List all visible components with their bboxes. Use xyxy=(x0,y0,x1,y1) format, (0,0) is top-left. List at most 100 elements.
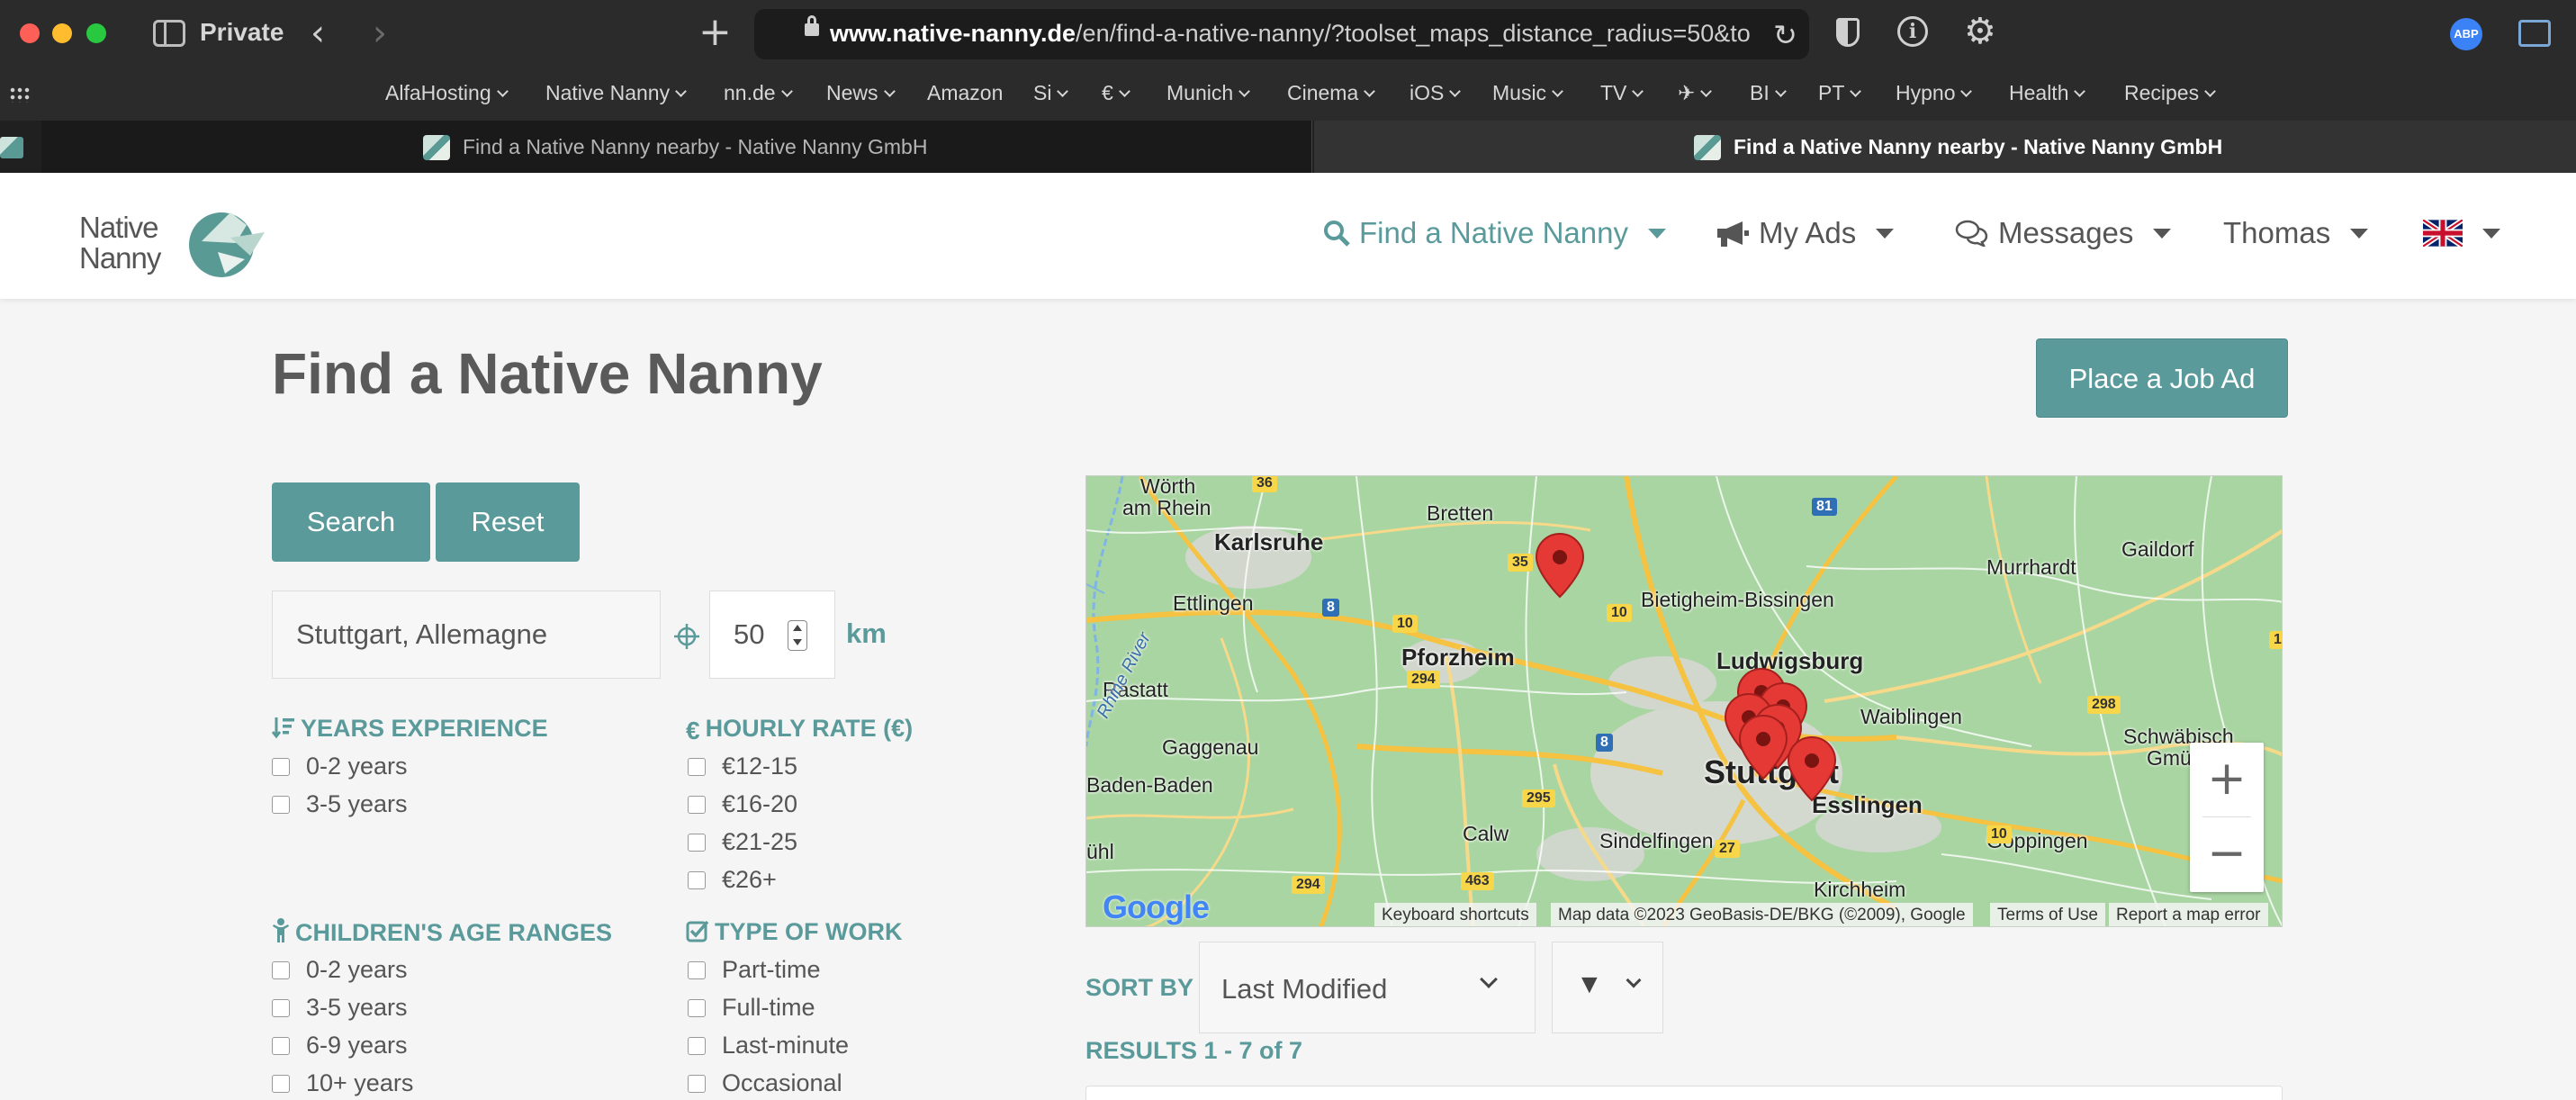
checkbox-experience-0-2[interactable]: 0-2 years xyxy=(272,753,408,780)
checkbox-work-part-time[interactable]: Part-time xyxy=(688,956,821,984)
tab-active[interactable]: Find a Native Nanny nearby - Native Nann… xyxy=(1314,121,2576,173)
bookmark-nn-de[interactable]: nn.de xyxy=(724,81,793,105)
nav-find-native-nanny[interactable]: Find a Native Nanny xyxy=(1323,216,1666,250)
checkbox[interactable] xyxy=(688,961,706,979)
close-window-button[interactable] xyxy=(20,23,40,43)
tab-inactive[interactable]: Find a Native Nanny nearby - Native Nann… xyxy=(41,121,1312,173)
bookmark-health[interactable]: Health xyxy=(2009,81,2086,105)
nav-user-menu[interactable]: Thomas xyxy=(2223,216,2369,250)
keyboard-shortcuts-link[interactable]: Keyboard shortcuts xyxy=(1374,903,1536,926)
checkbox[interactable] xyxy=(688,758,706,776)
results-count: RESULTS 1 - 7 of 7 xyxy=(1085,1037,1303,1064)
crosshair-locate-icon[interactable] xyxy=(673,623,700,650)
bookmark-pt[interactable]: PT xyxy=(1818,81,1862,105)
report-map-error-link[interactable]: Report a map error xyxy=(2109,903,2268,926)
checkbox[interactable] xyxy=(688,999,706,1017)
checkbox-age-0-2[interactable]: 0-2 years xyxy=(272,956,408,984)
bookmark-si[interactable]: Si xyxy=(1033,81,1069,105)
checkbox[interactable] xyxy=(272,961,290,979)
bookmark-ios[interactable]: iOS xyxy=(1410,81,1462,105)
nav-language-menu[interactable] xyxy=(2423,216,2500,250)
reset-button[interactable]: Reset xyxy=(436,482,580,562)
checkbox-age-6-9[interactable]: 6-9 years xyxy=(272,1032,408,1059)
map-marker[interactable] xyxy=(1535,532,1585,600)
bookmark-news[interactable]: News xyxy=(826,81,896,105)
search-button[interactable]: Search xyxy=(272,482,430,562)
bookmarks-bar: AlfaHosting Native Nanny nn.de News Amaz… xyxy=(0,68,2576,121)
bookmark-airplane[interactable]: ✈ xyxy=(1678,81,1713,105)
bookmark-tv[interactable]: TV xyxy=(1600,81,1644,105)
privacy-shield-icon[interactable] xyxy=(1836,18,1860,47)
checkbox-rate-16-20[interactable]: €16-20 xyxy=(688,790,797,818)
result-card[interactable] xyxy=(1085,1086,2283,1100)
sidebar-toggle-icon[interactable] xyxy=(153,20,185,47)
bookmark-amazon[interactable]: Amazon xyxy=(927,81,1003,105)
google-logo[interactable]: Google xyxy=(1103,888,1210,926)
forward-arrow-icon[interactable]: › xyxy=(373,13,387,54)
info-icon[interactable]: i xyxy=(1897,16,1928,47)
sort-by-select[interactable]: Last Modified xyxy=(1199,942,1536,1033)
checkbox-work-occasional[interactable]: Occasional xyxy=(688,1069,842,1097)
adblock-icon[interactable]: ABP xyxy=(2450,18,2482,50)
bookmark-music[interactable]: Music xyxy=(1492,81,1563,105)
back-arrow-icon[interactable]: ‹ xyxy=(311,13,325,54)
checkbox[interactable] xyxy=(272,999,290,1017)
checkbox[interactable] xyxy=(688,834,706,852)
url-text[interactable]: www.native-nanny.de/en/find-a-native-nan… xyxy=(830,20,1775,48)
nav-my-ads[interactable]: My Ads xyxy=(1716,216,1895,250)
radius-value: 50 xyxy=(734,618,765,650)
bookmark-cinema[interactable]: Cinema xyxy=(1287,81,1376,105)
chat-bubbles-icon xyxy=(1955,220,1988,247)
checkbox[interactable] xyxy=(688,1075,706,1093)
pinned-tab-favicon-icon[interactable] xyxy=(0,137,23,158)
terms-of-use-link[interactable]: Terms of Use xyxy=(1990,903,2105,926)
checkbox[interactable] xyxy=(272,796,290,814)
bookmark-euro[interactable]: € xyxy=(1102,81,1130,105)
bookmark-native-nanny[interactable]: Native Nanny xyxy=(545,81,687,105)
filter-heading-ages: CHILDREN'S AGE RANGES xyxy=(272,918,612,947)
checkbox-age-3-5[interactable]: 3-5 years xyxy=(272,994,408,1022)
new-tab-plus-icon[interactable]: + xyxy=(698,9,732,55)
google-map[interactable]: Wörth am Rhein Karlsruhe Bretten Ettling… xyxy=(1085,475,2283,927)
bookmark-alfahosting[interactable]: AlfaHosting xyxy=(385,81,509,105)
minimize-window-button[interactable] xyxy=(52,23,72,43)
gear-icon[interactable]: ⚙ xyxy=(1964,11,1996,52)
zoom-out-button[interactable]: − xyxy=(2190,817,2264,892)
checkbox[interactable] xyxy=(688,796,706,814)
apps-grid-icon[interactable] xyxy=(9,86,31,103)
bookmark-recipes[interactable]: Recipes xyxy=(2124,81,2216,105)
checkbox[interactable] xyxy=(688,871,706,889)
checkbox-rate-26-plus[interactable]: €26+ xyxy=(688,866,777,894)
map-marker[interactable] xyxy=(1738,714,1788,782)
checkbox[interactable] xyxy=(272,1037,290,1055)
reload-icon[interactable]: ↻ xyxy=(1773,18,1797,52)
checkbox-experience-3-5[interactable]: 3-5 years xyxy=(272,790,408,818)
checkbox-work-last-minute[interactable]: Last-minute xyxy=(688,1032,849,1059)
sort-order-select[interactable]: ▼ xyxy=(1552,942,1663,1033)
radius-number-input[interactable]: 50 xyxy=(709,591,835,679)
caret-down-icon xyxy=(2350,229,2369,239)
nav-messages[interactable]: Messages xyxy=(1955,216,2172,250)
native-nanny-logo[interactable]: Native Nanny xyxy=(79,205,277,281)
bookmark-bi[interactable]: BI xyxy=(1750,81,1787,105)
place-job-ad-button[interactable]: Place a Job Ad xyxy=(2036,338,2288,418)
checkbox-label: 3-5 years xyxy=(306,994,408,1021)
map-footer: Google Keyboard shortcuts Map data ©2023… xyxy=(1086,888,2282,926)
checkbox-rate-12-15[interactable]: €12-15 xyxy=(688,753,797,780)
checkbox[interactable] xyxy=(688,1037,706,1055)
checkbox-age-10-plus[interactable]: 10+ years xyxy=(272,1069,413,1097)
bookmark-hypno[interactable]: Hypno xyxy=(1896,81,1973,105)
number-stepper-icon[interactable] xyxy=(788,620,807,651)
location-input[interactable] xyxy=(272,591,661,679)
checkbox-rate-21-25[interactable]: €21-25 xyxy=(688,828,797,856)
checkbox-work-full-time[interactable]: Full-time xyxy=(688,994,815,1022)
checkbox[interactable] xyxy=(272,758,290,776)
bookmark-label: nn.de xyxy=(724,81,776,104)
screen-mirroring-icon[interactable] xyxy=(2518,20,2551,47)
bookmark-label: Hypno xyxy=(1896,81,1956,104)
map-marker[interactable] xyxy=(1787,735,1837,804)
zoom-in-button[interactable]: + xyxy=(2190,743,2264,817)
fullscreen-window-button[interactable] xyxy=(86,23,106,43)
checkbox[interactable] xyxy=(272,1075,290,1093)
bookmark-munich[interactable]: Munich xyxy=(1166,81,1251,105)
